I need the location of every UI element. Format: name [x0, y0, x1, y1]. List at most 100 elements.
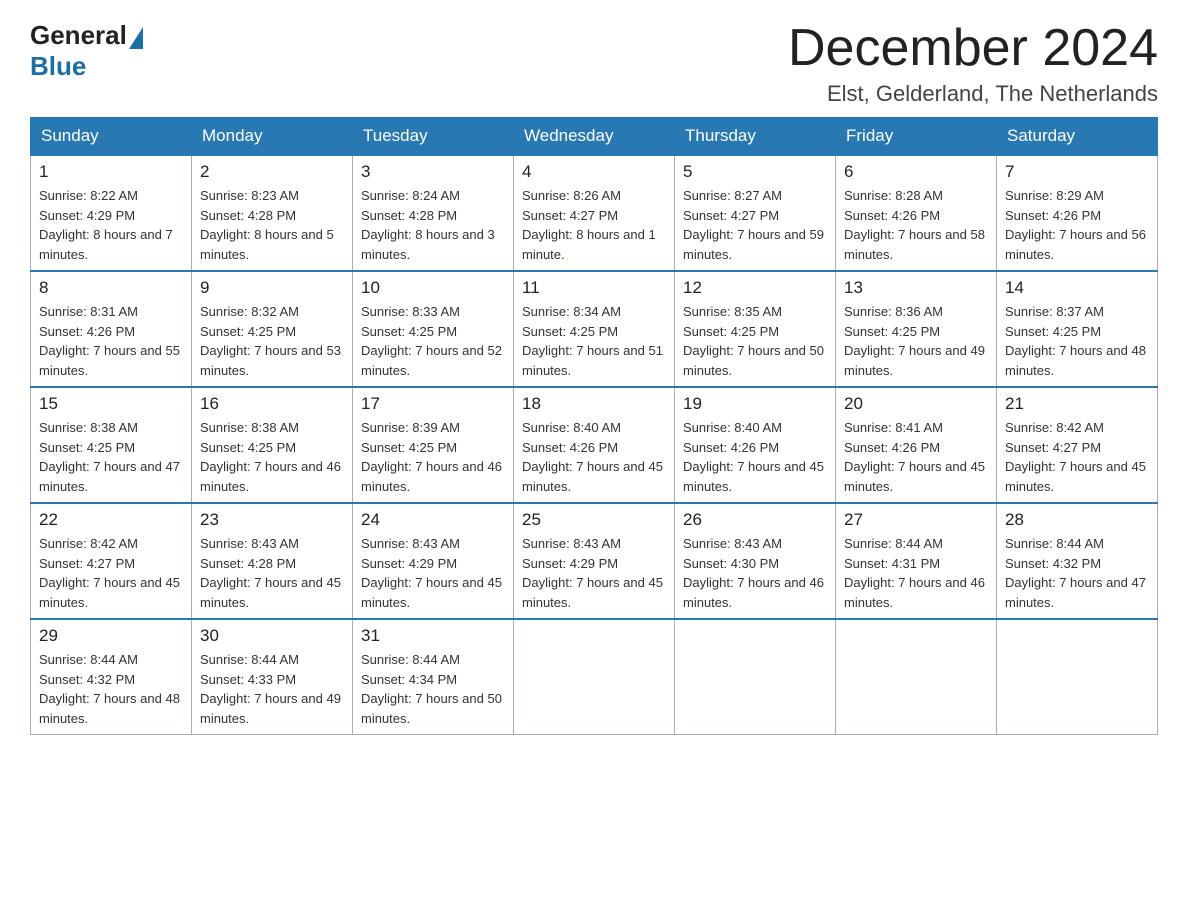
- calendar-cell: 8 Sunrise: 8:31 AMSunset: 4:26 PMDaylight…: [31, 271, 192, 387]
- day-info: Sunrise: 8:33 AMSunset: 4:25 PMDaylight:…: [361, 302, 505, 380]
- calendar-cell: 1 Sunrise: 8:22 AMSunset: 4:29 PMDaylight…: [31, 155, 192, 271]
- day-info: Sunrise: 8:38 AMSunset: 4:25 PMDaylight:…: [200, 418, 344, 496]
- logo-arrow-icon: [129, 27, 143, 49]
- calendar-cell: [675, 619, 836, 735]
- day-number: 21: [1005, 394, 1149, 414]
- calendar-cell: 7 Sunrise: 8:29 AMSunset: 4:26 PMDaylight…: [997, 155, 1158, 271]
- day-number: 30: [200, 626, 344, 646]
- calendar-week-row: 22Sunrise: 8:42 AMSunset: 4:27 PMDayligh…: [31, 503, 1158, 619]
- calendar-cell: 27 Sunrise: 8:44 AMSunset: 4:31 PMDayligh…: [836, 503, 997, 619]
- calendar-cell: 14Sunrise: 8:37 AMSunset: 4:25 PMDayligh…: [997, 271, 1158, 387]
- day-number: 26: [683, 510, 827, 530]
- calendar-cell: 21 Sunrise: 8:42 AMSunset: 4:27 PMDayligh…: [997, 387, 1158, 503]
- calendar-week-row: 15 Sunrise: 8:38 AMSunset: 4:25 PMDayligh…: [31, 387, 1158, 503]
- calendar-cell: 23Sunrise: 8:43 AMSunset: 4:28 PMDayligh…: [192, 503, 353, 619]
- day-number: 28: [1005, 510, 1149, 530]
- calendar-cell: 31 Sunrise: 8:44 AMSunset: 4:34 PMDayligh…: [353, 619, 514, 735]
- day-info: Sunrise: 8:39 AMSunset: 4:25 PMDaylight:…: [361, 418, 505, 496]
- calendar-cell: 15Sunrise: 8:38 AMSunset: 4:25 PMDayligh…: [31, 387, 192, 503]
- calendar-cell: 11 Sunrise: 8:34 AMSunset: 4:25 PMDayligh…: [514, 271, 675, 387]
- day-info: Sunrise: 8:43 AMSunset: 4:29 PMDaylight:…: [361, 534, 505, 612]
- calendar-cell: 6 Sunrise: 8:28 AMSunset: 4:26 PMDaylight…: [836, 155, 997, 271]
- day-info: Sunrise: 8:44 AMSunset: 4:32 PMDaylight:…: [39, 650, 183, 728]
- day-info: Sunrise: 8:40 AMSunset: 4:26 PMDaylight:…: [683, 418, 827, 496]
- calendar-cell: 26 Sunrise: 8:43 AMSunset: 4:30 PMDayligh…: [675, 503, 836, 619]
- weekday-header-row: SundayMondayTuesdayWednesdayThursdayFrid…: [31, 118, 1158, 156]
- day-number: 23: [200, 510, 344, 530]
- day-info: Sunrise: 8:44 AMSunset: 4:33 PMDaylight:…: [200, 650, 344, 728]
- day-info: Sunrise: 8:43 AMSunset: 4:29 PMDaylight:…: [522, 534, 666, 612]
- day-number: 2: [200, 162, 344, 182]
- day-number: 18: [522, 394, 666, 414]
- day-number: 29: [39, 626, 183, 646]
- logo-blue-text: Blue: [30, 51, 86, 82]
- day-number: 27: [844, 510, 988, 530]
- day-info: Sunrise: 8:44 AMSunset: 4:34 PMDaylight:…: [361, 650, 505, 728]
- day-info: Sunrise: 8:29 AMSunset: 4:26 PMDaylight:…: [1005, 186, 1149, 264]
- weekday-header-monday: Monday: [192, 118, 353, 156]
- day-number: 13: [844, 278, 988, 298]
- day-info: Sunrise: 8:27 AMSunset: 4:27 PMDaylight:…: [683, 186, 827, 264]
- day-number: 20: [844, 394, 988, 414]
- calendar-cell: 2Sunrise: 8:23 AMSunset: 4:28 PMDaylight…: [192, 155, 353, 271]
- calendar-cell: 3 Sunrise: 8:24 AMSunset: 4:28 PMDaylight…: [353, 155, 514, 271]
- day-info: Sunrise: 8:31 AMSunset: 4:26 PMDaylight:…: [39, 302, 183, 380]
- day-info: Sunrise: 8:35 AMSunset: 4:25 PMDaylight:…: [683, 302, 827, 380]
- day-number: 24: [361, 510, 505, 530]
- calendar-cell: [997, 619, 1158, 735]
- day-info: Sunrise: 8:44 AMSunset: 4:31 PMDaylight:…: [844, 534, 988, 612]
- day-number: 12: [683, 278, 827, 298]
- day-number: 19: [683, 394, 827, 414]
- day-info: Sunrise: 8:40 AMSunset: 4:26 PMDaylight:…: [522, 418, 666, 496]
- weekday-header-tuesday: Tuesday: [353, 118, 514, 156]
- calendar-cell: [514, 619, 675, 735]
- logo-general-text: General: [30, 20, 127, 51]
- weekday-header-saturday: Saturday: [997, 118, 1158, 156]
- calendar-cell: [836, 619, 997, 735]
- month-title: December 2024: [788, 20, 1158, 77]
- day-info: Sunrise: 8:41 AMSunset: 4:26 PMDaylight:…: [844, 418, 988, 496]
- weekday-header-friday: Friday: [836, 118, 997, 156]
- day-info: Sunrise: 8:26 AMSunset: 4:27 PMDaylight:…: [522, 186, 666, 264]
- day-number: 7: [1005, 162, 1149, 182]
- day-number: 3: [361, 162, 505, 182]
- day-number: 15: [39, 394, 183, 414]
- calendar-cell: 10Sunrise: 8:33 AMSunset: 4:25 PMDayligh…: [353, 271, 514, 387]
- calendar-table: SundayMondayTuesdayWednesdayThursdayFrid…: [30, 117, 1158, 735]
- day-number: 25: [522, 510, 666, 530]
- calendar-week-row: 1 Sunrise: 8:22 AMSunset: 4:29 PMDaylight…: [31, 155, 1158, 271]
- day-number: 8: [39, 278, 183, 298]
- page-header: General Blue December 2024 Elst, Gelderl…: [30, 20, 1158, 107]
- day-number: 5: [683, 162, 827, 182]
- day-number: 16: [200, 394, 344, 414]
- day-number: 1: [39, 162, 183, 182]
- day-number: 9: [200, 278, 344, 298]
- day-info: Sunrise: 8:24 AMSunset: 4:28 PMDaylight:…: [361, 186, 505, 264]
- weekday-header-wednesday: Wednesday: [514, 118, 675, 156]
- calendar-week-row: 8 Sunrise: 8:31 AMSunset: 4:26 PMDaylight…: [31, 271, 1158, 387]
- weekday-header-thursday: Thursday: [675, 118, 836, 156]
- title-block: December 2024 Elst, Gelderland, The Neth…: [788, 20, 1158, 107]
- day-number: 6: [844, 162, 988, 182]
- day-number: 17: [361, 394, 505, 414]
- calendar-cell: 4 Sunrise: 8:26 AMSunset: 4:27 PMDaylight…: [514, 155, 675, 271]
- day-info: Sunrise: 8:34 AMSunset: 4:25 PMDaylight:…: [522, 302, 666, 380]
- calendar-cell: 29 Sunrise: 8:44 AMSunset: 4:32 PMDayligh…: [31, 619, 192, 735]
- calendar-cell: 13Sunrise: 8:36 AMSunset: 4:25 PMDayligh…: [836, 271, 997, 387]
- calendar-cell: 22Sunrise: 8:42 AMSunset: 4:27 PMDayligh…: [31, 503, 192, 619]
- day-number: 22: [39, 510, 183, 530]
- calendar-cell: 30 Sunrise: 8:44 AMSunset: 4:33 PMDayligh…: [192, 619, 353, 735]
- day-info: Sunrise: 8:22 AMSunset: 4:29 PMDaylight:…: [39, 186, 183, 264]
- calendar-cell: 17 Sunrise: 8:39 AMSunset: 4:25 PMDayligh…: [353, 387, 514, 503]
- day-info: Sunrise: 8:28 AMSunset: 4:26 PMDaylight:…: [844, 186, 988, 264]
- day-number: 31: [361, 626, 505, 646]
- day-info: Sunrise: 8:43 AMSunset: 4:30 PMDaylight:…: [683, 534, 827, 612]
- calendar-cell: 16 Sunrise: 8:38 AMSunset: 4:25 PMDayligh…: [192, 387, 353, 503]
- day-info: Sunrise: 8:42 AMSunset: 4:27 PMDaylight:…: [1005, 418, 1149, 496]
- calendar-cell: 25 Sunrise: 8:43 AMSunset: 4:29 PMDayligh…: [514, 503, 675, 619]
- day-info: Sunrise: 8:44 AMSunset: 4:32 PMDaylight:…: [1005, 534, 1149, 612]
- calendar-cell: 28 Sunrise: 8:44 AMSunset: 4:32 PMDayligh…: [997, 503, 1158, 619]
- weekday-header-sunday: Sunday: [31, 118, 192, 156]
- day-number: 4: [522, 162, 666, 182]
- day-number: 11: [522, 278, 666, 298]
